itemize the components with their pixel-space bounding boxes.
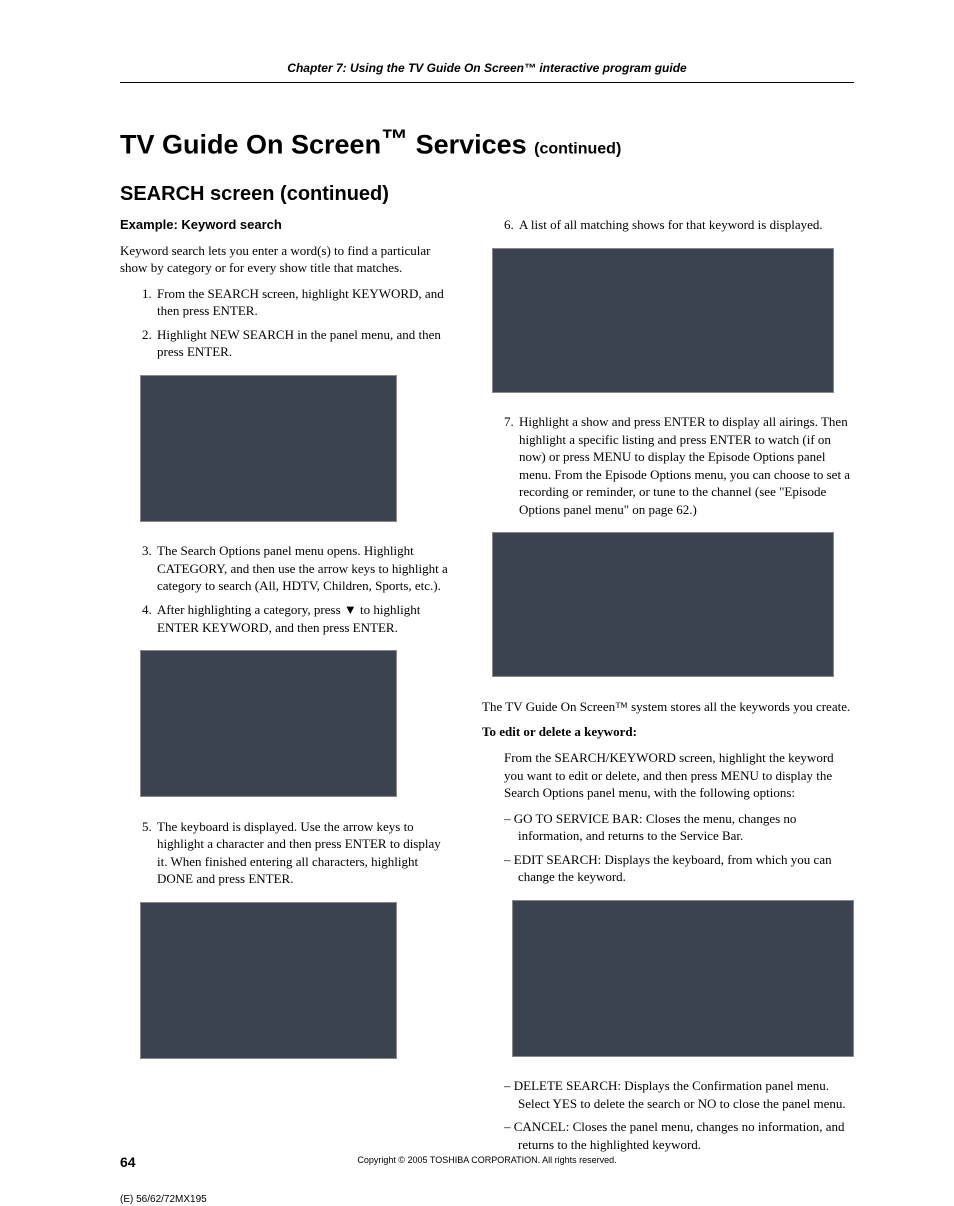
main-title-a: TV Guide On Screen <box>120 130 381 160</box>
left-column: Example: Keyword search Keyword search l… <box>120 212 450 1162</box>
options-list: GO TO SERVICE BAR: Closes the menu, chan… <box>482 810 854 886</box>
doc-code: (E) 56/62/72MX195 <box>120 1193 207 1206</box>
example-heading: Example: Keyword search <box>120 216 450 234</box>
option-go-to-service-bar: GO TO SERVICE BAR: Closes the menu, chan… <box>504 810 854 845</box>
step-7: Highlight a show and press ENTER to disp… <box>517 413 854 518</box>
option-edit-search: EDIT SEARCH: Displays the keyboard, from… <box>504 851 854 886</box>
screenshot-results-list <box>492 248 834 393</box>
section-title: SEARCH screen (continued) <box>120 181 854 208</box>
copyright-footer: Copyright © 2005 TOSHIBA CORPORATION. Al… <box>120 1154 854 1166</box>
option-delete-search: DELETE SEARCH: Displays the Confirmation… <box>504 1077 854 1112</box>
steps-right-2: Highlight a show and press ENTER to disp… <box>482 413 854 518</box>
steps-left-2: The Search Options panel menu opens. Hig… <box>120 542 450 636</box>
option-cancel: CANCEL: Closes the panel menu, changes n… <box>504 1118 854 1153</box>
main-title-b: Services <box>408 130 534 160</box>
edit-intro: From the SEARCH/KEYWORD screen, highligh… <box>482 749 854 802</box>
step-1: From the SEARCH screen, highlight KEYWOR… <box>155 285 450 320</box>
options-list-2: DELETE SEARCH: Displays the Confirmation… <box>482 1077 854 1153</box>
steps-right: A list of all matching shows for that ke… <box>482 216 854 234</box>
edit-delete-title: To edit or delete a keyword: <box>482 723 854 741</box>
main-title-cont: (continued) <box>534 141 621 158</box>
steps-left-3: The keyboard is displayed. Use the arrow… <box>120 818 450 888</box>
screenshot-keyword-new-search <box>140 375 397 522</box>
screenshot-search-options <box>140 650 397 797</box>
screenshot-keyboard <box>140 902 397 1059</box>
step-5: The keyboard is displayed. Use the arrow… <box>155 818 450 888</box>
steps-left: From the SEARCH screen, highlight KEYWOR… <box>120 285 450 361</box>
step-2: Highlight NEW SEARCH in the panel menu, … <box>155 326 450 361</box>
tm-superscript: ™ <box>381 124 408 154</box>
screenshot-episode-options <box>492 532 834 677</box>
step-6: A list of all matching shows for that ke… <box>517 216 854 234</box>
screenshot-edit-search <box>512 900 854 1057</box>
step-4: After highlighting a category, press ▼ t… <box>155 601 450 636</box>
stores-keywords-note: The TV Guide On Screen™ system stores al… <box>482 698 854 716</box>
chapter-header: Chapter 7: Using the TV Guide On Screen™… <box>120 60 854 83</box>
right-column: A list of all matching shows for that ke… <box>482 212 854 1162</box>
intro-left: Keyword search lets you enter a word(s) … <box>120 242 450 277</box>
main-title-line: TV Guide On Screen™ Services (continued) <box>120 121 854 163</box>
step-3: The Search Options panel menu opens. Hig… <box>155 542 450 595</box>
